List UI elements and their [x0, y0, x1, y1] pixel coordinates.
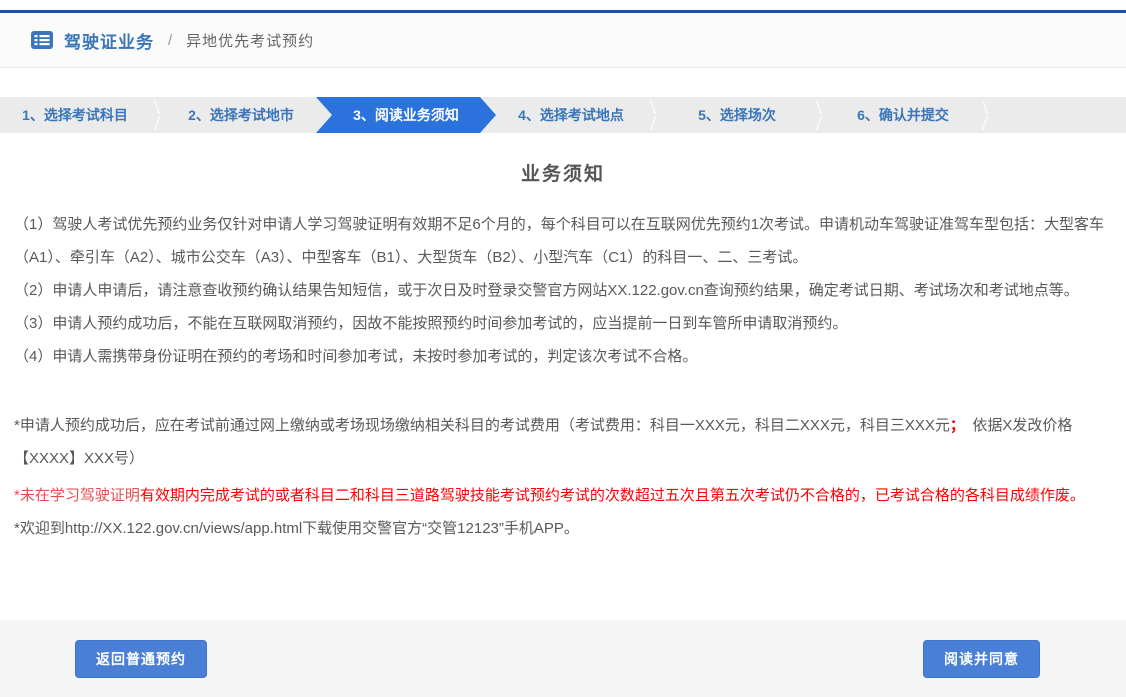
- warning-emphasis: 有效期内完成考试的或者科目二和科目三道路驾驶技能考试预约考试的次数超过五次且第五…: [140, 487, 1085, 504]
- warning-lead: *未在学习驾驶证明: [14, 487, 140, 504]
- step-5-select-session[interactable]: 5、选择场次: [662, 97, 812, 133]
- chevron-separator-icon: [812, 97, 828, 133]
- notice-paragraph-1: （1）驾驶人考试优先预约业务仅针对申请人学习驾驶证明有效期不足6个月的，每个科目…: [14, 208, 1112, 274]
- step-3-read-notice[interactable]: 3、阅读业务须知: [316, 97, 496, 133]
- footer-bar: 返回普通预约 阅读并同意: [0, 620, 1126, 697]
- step-wizard: 1、选择考试科目 2、选择考试地市 3、阅读业务须知 4、选择考试地点 5、选择…: [0, 97, 1126, 133]
- back-to-normal-booking-button[interactable]: 返回普通预约: [75, 640, 207, 678]
- warning-note: *未在学习驾驶证明有效期内完成考试的或者科目二和科目三道路驾驶技能考试预约考试的…: [14, 479, 1112, 512]
- header-content-gap: [0, 68, 1126, 97]
- fee-note-text: *申请人预约成功后，应在考试前通过网上缴纳或考场现场缴纳相关科目的考试费用（考试…: [14, 417, 950, 434]
- step-1-select-subject[interactable]: 1、选择考试科目: [0, 97, 150, 133]
- breadcrumb: 异地优先考试预约: [186, 30, 314, 51]
- chevron-separator-icon: [150, 97, 166, 133]
- section-title: 驾驶证业务: [64, 28, 154, 53]
- notice-title: 业务须知: [14, 159, 1112, 186]
- notice-paragraph-3: （3）申请人预约成功后，不能在互联网取消预约，因故不能按照预约时间参加考试的，应…: [14, 307, 1112, 340]
- step-2-select-city[interactable]: 2、选择考试地市: [166, 97, 316, 133]
- list-icon: [30, 30, 54, 50]
- notice-paragraph-2: （2）申请人申请后，请注意查收预约确认结果告知短信，或于次日及时登录交警官方网站…: [14, 274, 1112, 307]
- read-and-agree-button[interactable]: 阅读并同意: [923, 640, 1040, 678]
- step-6-confirm-submit[interactable]: 6、确认并提交: [828, 97, 978, 133]
- app-download-note: *欢迎到http://XX.122.gov.cn/views/app.html下…: [14, 512, 1112, 545]
- notice-paragraph-4: （4）申请人需携带身份证明在预约的考场和时间参加考试，未按时参加考试的，判定该次…: [14, 340, 1112, 373]
- page-header: 驾驶证业务 / 异地优先考试预约: [0, 13, 1126, 68]
- chevron-separator-icon: [978, 97, 994, 133]
- chevron-separator-icon: [646, 97, 662, 133]
- breadcrumb-separator: /: [168, 32, 172, 49]
- top-strip: [0, 0, 1126, 10]
- fee-note: *申请人预约成功后，应在考试前通过网上缴纳或考场现场缴纳相关科目的考试费用（考试…: [14, 409, 1112, 475]
- step-4-select-site[interactable]: 4、选择考试地点: [496, 97, 646, 133]
- notice-content: 业务须知 （1）驾驶人考试优先预约业务仅针对申请人学习驾驶证明有效期不足6个月的…: [0, 133, 1126, 620]
